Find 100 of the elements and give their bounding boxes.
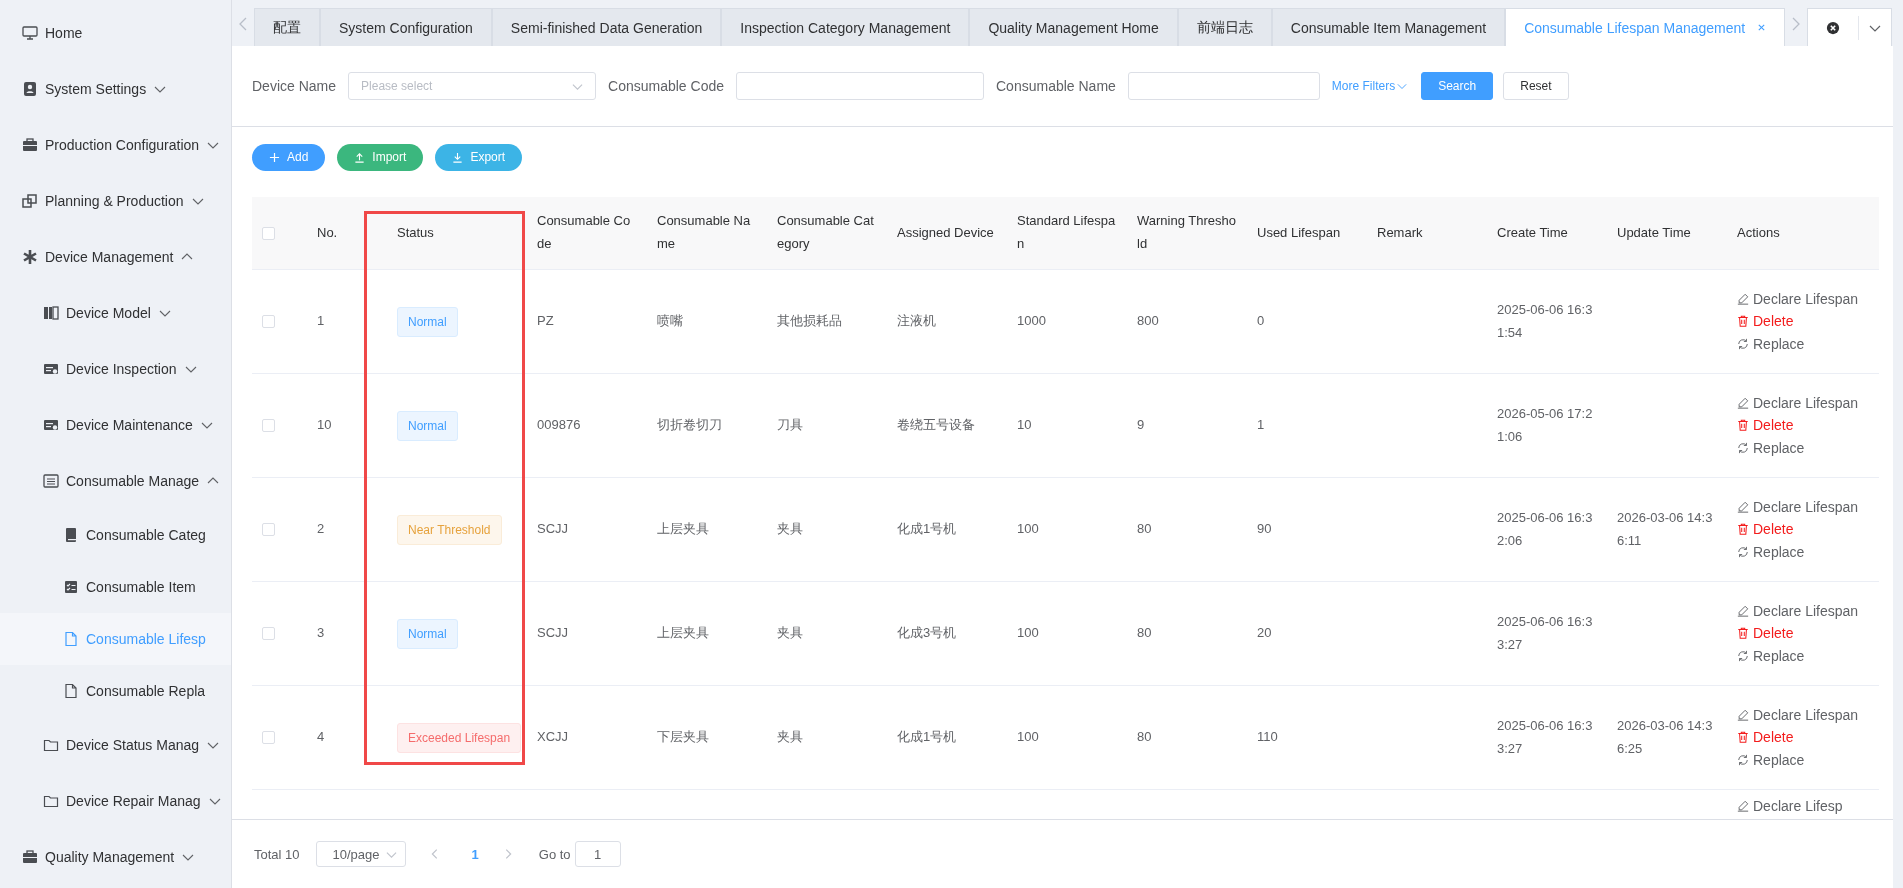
sidebar-item[interactable]: Quality Management	[0, 829, 231, 885]
declare-link[interactable]: Declare Lifespan	[1737, 603, 1859, 620]
declare-link[interactable]: Declare Lifesp	[1737, 798, 1843, 815]
delete-link[interactable]: Delete	[1737, 625, 1794, 642]
table-cell-text: 化成1号机	[897, 520, 957, 539]
column-header: Status	[397, 223, 434, 242]
input-field[interactable]	[736, 72, 984, 100]
replace-link[interactable]: Replace	[1737, 751, 1805, 768]
tab[interactable]: Semi-finished Data Generation	[491, 8, 722, 46]
table-cell-text: 1	[317, 312, 325, 331]
checkbox[interactable]	[262, 226, 275, 240]
checkbox[interactable]	[262, 627, 275, 640]
sidebar-item[interactable]: Device Maintenance	[0, 397, 231, 453]
table-cell-text: 1	[1257, 416, 1265, 435]
tab[interactable]: Inspection Category Management	[721, 8, 970, 46]
input-field[interactable]	[1127, 72, 1320, 100]
delete-link[interactable]: Delete	[1737, 313, 1794, 330]
sidebar-item[interactable]: Device Management	[0, 229, 231, 285]
tab[interactable]: 配置	[254, 8, 320, 46]
delete-link[interactable]: Delete	[1737, 521, 1794, 538]
pencil-icon	[1737, 397, 1749, 410]
download-icon	[452, 151, 464, 163]
table-cell-text: 80	[1137, 520, 1152, 539]
reset-button[interactable]: Reset	[1503, 72, 1569, 100]
sidebar-item[interactable]: Device Inspection	[0, 341, 231, 397]
sidebar-item[interactable]: Consumable Repla	[0, 665, 231, 717]
previous-page-icon[interactable]	[429, 847, 440, 861]
scroll-left-icon[interactable]	[238, 16, 248, 32]
table-cell-text: 2026-03-06 14:36:25	[1617, 716, 1714, 758]
sidebar-item[interactable]: Device Repair Manag	[0, 773, 231, 829]
table-cell-text: 20	[1257, 624, 1272, 643]
sidebar-item[interactable]: Home	[0, 5, 231, 61]
sidebar-item[interactable]: Planning & Production	[0, 173, 231, 229]
folder-icon	[43, 793, 59, 809]
scroll-right-icon[interactable]	[1791, 16, 1802, 32]
declare-link[interactable]: Declare Lifespan	[1737, 499, 1859, 516]
pencil-icon	[1737, 709, 1749, 722]
pencil-icon	[1737, 293, 1749, 306]
chevron-down-icon	[1397, 81, 1408, 91]
column-header: Actions	[1737, 223, 1780, 242]
delete-link[interactable]: Delete	[1737, 729, 1794, 746]
tab[interactable]: System Configuration	[320, 8, 492, 46]
table-cell-text: 80	[1137, 728, 1152, 747]
page-input[interactable]: 1	[574, 841, 621, 867]
checkbox[interactable]	[262, 523, 275, 536]
sidebar-item[interactable]: Consumable Item	[0, 561, 231, 613]
replace-link[interactable]: Replace	[1737, 647, 1805, 664]
table-cell-text: 2025-06-06 16:32:06	[1497, 508, 1594, 550]
close-icon[interactable]	[1757, 23, 1767, 32]
table-cell-text: 2025-06-06 16:33:27	[1497, 612, 1594, 654]
books-icon	[43, 305, 59, 321]
file-icon	[63, 631, 79, 647]
table-cell-text: 其他损耗品	[777, 312, 842, 331]
page-size-select[interactable]: 10/page	[315, 841, 406, 867]
table-cell-text: 下层夹具	[657, 728, 709, 747]
table-cell-text: 卷绕五号设备	[897, 416, 975, 435]
tab[interactable]: 前端日志	[1177, 8, 1272, 46]
refresh-icon	[1737, 441, 1749, 454]
column-header: Create Time	[1497, 223, 1568, 242]
replace-link[interactable]: Replace	[1737, 335, 1805, 352]
sidebar-item[interactable]: Consumable Categ	[0, 509, 231, 561]
declare-link[interactable]: Declare Lifespan	[1737, 707, 1859, 724]
tab[interactable]: Consumable Item Management	[1271, 8, 1506, 46]
trash-icon	[1737, 419, 1749, 432]
filter-label: Device Name	[252, 78, 337, 94]
table-cell-text: 上层夹具	[657, 624, 709, 643]
checkbox[interactable]	[262, 315, 275, 328]
table-cell-text: PZ	[537, 312, 554, 331]
refresh-icon	[1737, 649, 1749, 662]
declare-link[interactable]: Declare Lifespan	[1737, 395, 1859, 412]
replace-link[interactable]: Replace	[1737, 543, 1805, 560]
sidebar-item[interactable]: Production Configuration	[0, 117, 231, 173]
table-cell-text: 上层夹具	[657, 520, 709, 539]
checkbox[interactable]	[262, 731, 275, 744]
table-cell-text: 100	[1017, 624, 1039, 643]
sidebar-item[interactable]: System Settings	[0, 61, 231, 117]
declare-link[interactable]: Declare Lifespan	[1737, 291, 1859, 308]
trash-icon	[1737, 523, 1749, 536]
checkbox[interactable]	[262, 419, 275, 432]
pencil-icon	[1737, 800, 1749, 812]
table-cell-text: 2026-03-06 14:36:11	[1617, 508, 1714, 550]
file-icon	[63, 683, 79, 699]
table-cell-text: 2026-05-06 17:21:06	[1497, 404, 1594, 446]
tab[interactable]: Quality Management Home	[969, 8, 1178, 46]
trash-icon	[1737, 315, 1749, 328]
table-cell-text: 1000	[1017, 312, 1046, 331]
table-cell-text: SCJJ	[537, 624, 569, 643]
close-all-icon[interactable]	[1826, 20, 1841, 35]
pencil-icon	[1737, 605, 1749, 618]
table-cell-text: 100	[1017, 520, 1039, 539]
sidebar-item[interactable]: Device Model	[0, 285, 231, 341]
folder-icon	[43, 737, 59, 753]
sidebar-item[interactable]: Consumable Manage	[0, 453, 231, 509]
plus-icon	[269, 151, 280, 163]
sidebar-item[interactable]: Device Status Manag	[0, 717, 231, 773]
list-icon	[43, 473, 59, 489]
status-tag: Near Threshold	[397, 514, 502, 545]
delete-link[interactable]: Delete	[1737, 417, 1794, 434]
table-cell-text: SCJJ	[537, 520, 569, 539]
replace-link[interactable]: Replace	[1737, 439, 1805, 456]
